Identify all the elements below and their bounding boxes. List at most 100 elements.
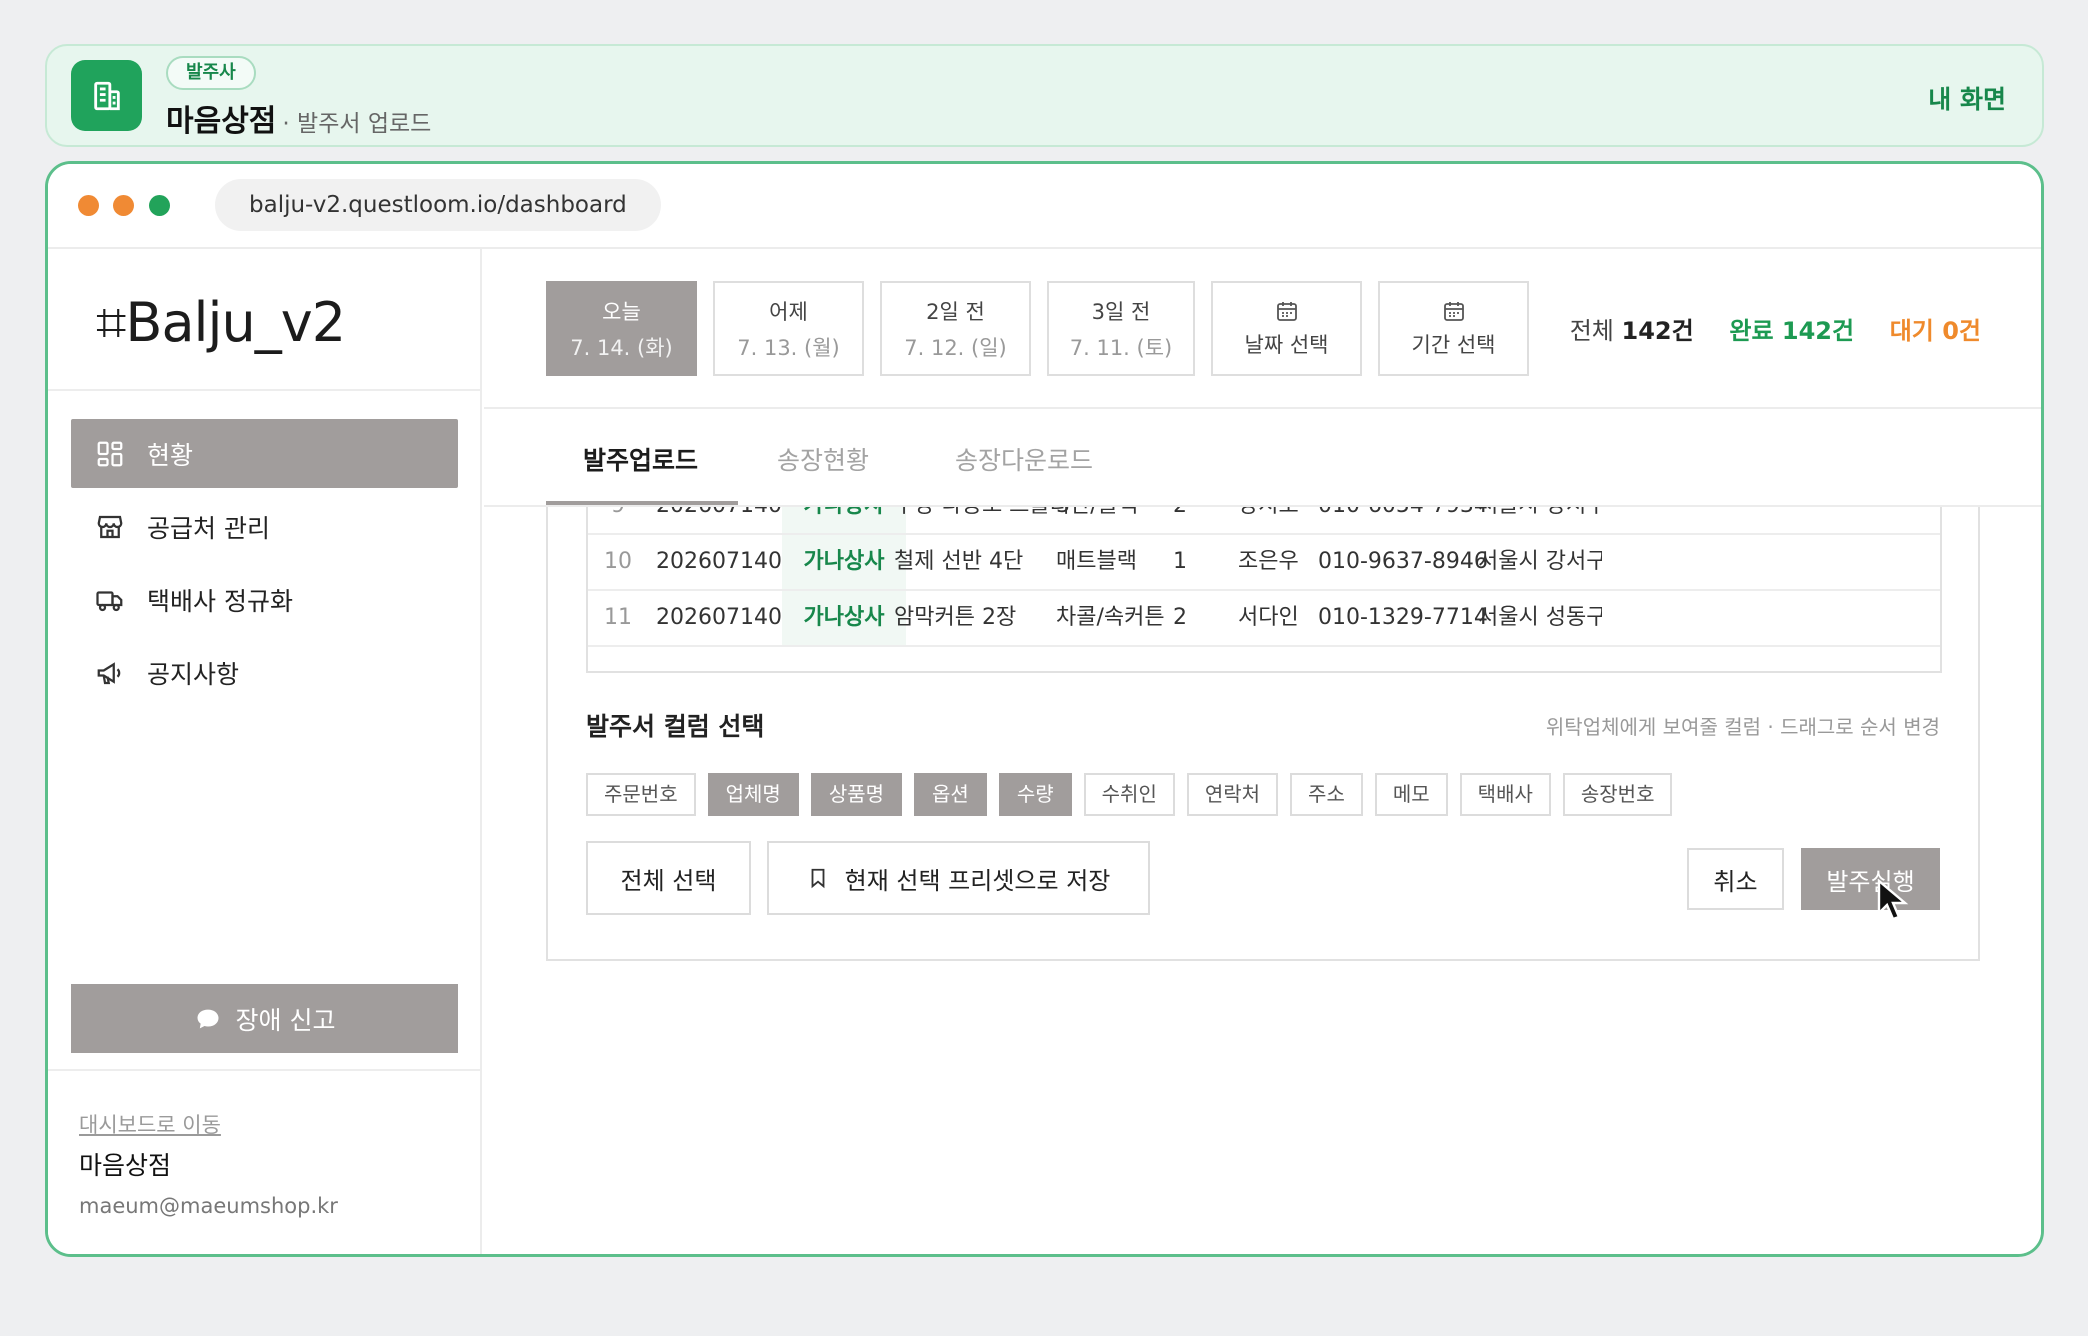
tab-invoice-download[interactable]: 송장다운로드 xyxy=(955,441,1093,477)
date-label: 2일 전 xyxy=(926,299,985,324)
product-name: 철제 선반 4단 xyxy=(894,549,1024,574)
sidebar-item-status[interactable]: 현황 xyxy=(71,419,458,488)
dashboard-link[interactable]: 대시보드로 이동 xyxy=(79,1109,221,1139)
column-chip-memo[interactable]: 메모 xyxy=(1374,773,1448,816)
column-chip-quantity[interactable]: 수량 xyxy=(998,773,1072,816)
save-preset-label: 현재 선택 프리셋으로 저장 xyxy=(844,866,1111,895)
column-chip-address[interactable]: 주소 xyxy=(1290,773,1363,816)
phone: 010-9637-8946 xyxy=(1318,549,1488,574)
date-sub: 7. 13. (월) xyxy=(737,335,840,360)
column-chip-vendor[interactable]: 업체명 xyxy=(707,773,799,816)
summary-total-label: 전체 xyxy=(1569,317,1614,345)
building-icon xyxy=(71,60,142,131)
calendar-icon xyxy=(1442,299,1466,323)
bookmark-icon xyxy=(807,866,829,890)
date-label: 어제 xyxy=(769,299,808,324)
main-content: 오늘 7. 14. (화) 어제 7. 13. (월) 2일 전 7. 12. … xyxy=(484,249,2041,1254)
shop-title: 마음상점 · 발주서 업로드 xyxy=(166,96,431,140)
save-preset-button[interactable]: 현재 선택 프리셋으로 저장 xyxy=(767,841,1150,915)
mouse-cursor-icon xyxy=(1877,878,1911,927)
column-chip-product[interactable]: 상품명 xyxy=(810,773,903,816)
phone: 010-1329-7714 xyxy=(1318,605,1488,630)
table-row[interactable]: 10 20260714010 가나상사 철제 선반 4단 매트블랙 1 조은우 … xyxy=(588,535,1940,591)
account-name: 마음상점 xyxy=(79,1151,172,1180)
row-index: 9 xyxy=(588,507,648,533)
main-tabs: 발주업로드 송장현황 송장다운로드 xyxy=(484,411,2041,507)
summary-total-value: 142건 xyxy=(1621,317,1694,345)
sidebar: ⌗Balju_v2 현황 공급처 관리 택배사 정규화 공지사항 장애 신고 대… xyxy=(48,249,482,1254)
role-badge: 발주사 xyxy=(166,56,256,90)
store-icon xyxy=(95,512,125,542)
date-label: 기간 선택 xyxy=(1411,332,1496,357)
address: 서울시 강서구 연서 xyxy=(1478,549,1602,574)
truck-icon xyxy=(95,585,125,615)
column-chip-courier[interactable]: 택배사 xyxy=(1459,773,1551,816)
sidebar-divider xyxy=(48,1069,480,1071)
product-option: 3단/블랙 xyxy=(1056,507,1138,533)
summary-done: 완료 142건 xyxy=(1729,317,1855,345)
product-option: 차콜/속커튼 xyxy=(1056,605,1165,630)
run-order-button[interactable]: 발주실행 xyxy=(1801,848,1940,910)
my-screen-link[interactable]: 내 화면 xyxy=(1928,80,2006,116)
sidebar-item-couriers[interactable]: 택배사 정규화 xyxy=(71,565,458,634)
column-chip-recipient[interactable]: 수취인 xyxy=(1083,773,1175,816)
column-select-title: 발주서 컬럼 선택 xyxy=(586,712,765,741)
address: 서울시 강서구 월드 xyxy=(1478,507,1602,533)
active-tab-indicator xyxy=(546,501,738,505)
chat-bubble-icon xyxy=(194,1005,222,1033)
quantity: 1 xyxy=(1173,549,1187,574)
row-index: 10 xyxy=(604,549,632,574)
sidebar-item-label: 현황 xyxy=(147,440,194,470)
select-all-button[interactable]: 전체 선택 xyxy=(586,841,751,915)
column-chip-order-number[interactable]: 주문번호 xyxy=(586,773,696,816)
megaphone-icon xyxy=(95,658,125,688)
quantity: 2 xyxy=(1173,605,1187,630)
browser-window: balju-v2.questloom.io/dashboard ⌗Balju_v… xyxy=(45,161,2044,1257)
window-maximize-dot[interactable] xyxy=(149,195,170,216)
column-chip-option[interactable]: 옵션 xyxy=(914,773,987,816)
date-today-button[interactable]: 오늘 7. 14. (화) xyxy=(546,281,697,376)
sidebar-item-label: 공급처 관리 xyxy=(147,513,270,543)
cancel-button[interactable]: 취소 xyxy=(1687,848,1784,910)
url-bar[interactable]: balju-v2.questloom.io/dashboard xyxy=(215,179,661,231)
tab-order-upload[interactable]: 발주업로드 xyxy=(583,441,698,477)
table-row[interactable]: 11 20260714011 가나상사 암막커튼 2장 차콜/속커튼 2 서다인… xyxy=(588,591,1940,647)
report-issue-label: 장애 신고 xyxy=(235,1005,336,1035)
recipient: 강지호 xyxy=(1238,507,1299,533)
browser-titlebar: balju-v2.questloom.io/dashboard xyxy=(48,164,2041,249)
column-chip-invoice[interactable]: 송장번호 xyxy=(1562,773,1673,816)
pick-range-button[interactable]: 기간 선택 xyxy=(1378,281,1529,376)
brand-logo[interactable]: ⌗Balju_v2 xyxy=(96,291,346,355)
date-label: 오늘 xyxy=(602,299,641,324)
table-row[interactable]: 9 20260714009 가나상사 수방 다용도 트롤리 3단/블랙 2 강지… xyxy=(588,507,1940,535)
date-filter-bar: 오늘 7. 14. (화) 어제 7. 13. (월) 2일 전 7. 12. … xyxy=(484,249,2041,409)
recipient: 조은우 xyxy=(1238,549,1299,574)
date-2days-ago-button[interactable]: 2일 전 7. 12. (일) xyxy=(880,281,1031,376)
column-chip-phone[interactable]: 연락처 xyxy=(1186,773,1279,816)
date-sub: 7. 11. (토) xyxy=(1069,335,1173,360)
vendor-name: 가나상사 xyxy=(782,591,906,645)
pick-date-button[interactable]: 날짜 선택 xyxy=(1211,281,1362,376)
phone: 010-6054-7934 xyxy=(1318,507,1488,533)
summary-total: 전체 142건 xyxy=(1570,317,1694,345)
vendor-name: 가나상사 xyxy=(782,507,906,533)
sidebar-item-notices[interactable]: 공지사항 xyxy=(71,638,458,707)
date-yesterday-button[interactable]: 어제 7. 13. (월) xyxy=(713,281,864,376)
order-summary: 전체 142건 완료 142건 대기 0건 xyxy=(1570,311,1981,346)
tab-invoice-status[interactable]: 송장현황 xyxy=(777,441,869,477)
date-label: 3일 전 xyxy=(1091,299,1151,324)
window-minimize-dot[interactable] xyxy=(113,195,134,216)
shop-name: 마음상점 xyxy=(166,104,277,139)
column-select-hint: 위탁업체에게 보여줄 컬럼 · 드래그로 순서 변경 xyxy=(1545,715,1940,739)
date-3days-ago-button[interactable]: 3일 전 7. 11. (토) xyxy=(1047,281,1195,376)
upload-panel: 9 20260714009 가나상사 수방 다용도 트롤리 3단/블랙 2 강지… xyxy=(546,507,1980,961)
dashboard-grid-icon xyxy=(95,439,125,469)
quantity: 2 xyxy=(1173,507,1187,533)
vendor-name: 가나상사 xyxy=(782,535,906,589)
window-close-dot[interactable] xyxy=(78,195,99,216)
page-subtitle: · 발주서 업로드 xyxy=(282,111,432,137)
date-sub: 7. 12. (일) xyxy=(904,335,1007,360)
report-issue-button[interactable]: 장애 신고 xyxy=(71,984,458,1053)
sidebar-item-suppliers[interactable]: 공급처 관리 xyxy=(71,492,458,561)
column-chip-list: 주문번호 업체명 상품명 옵션 수량 수취인 연락처 주소 메모 택배사 송장번… xyxy=(586,773,1673,816)
